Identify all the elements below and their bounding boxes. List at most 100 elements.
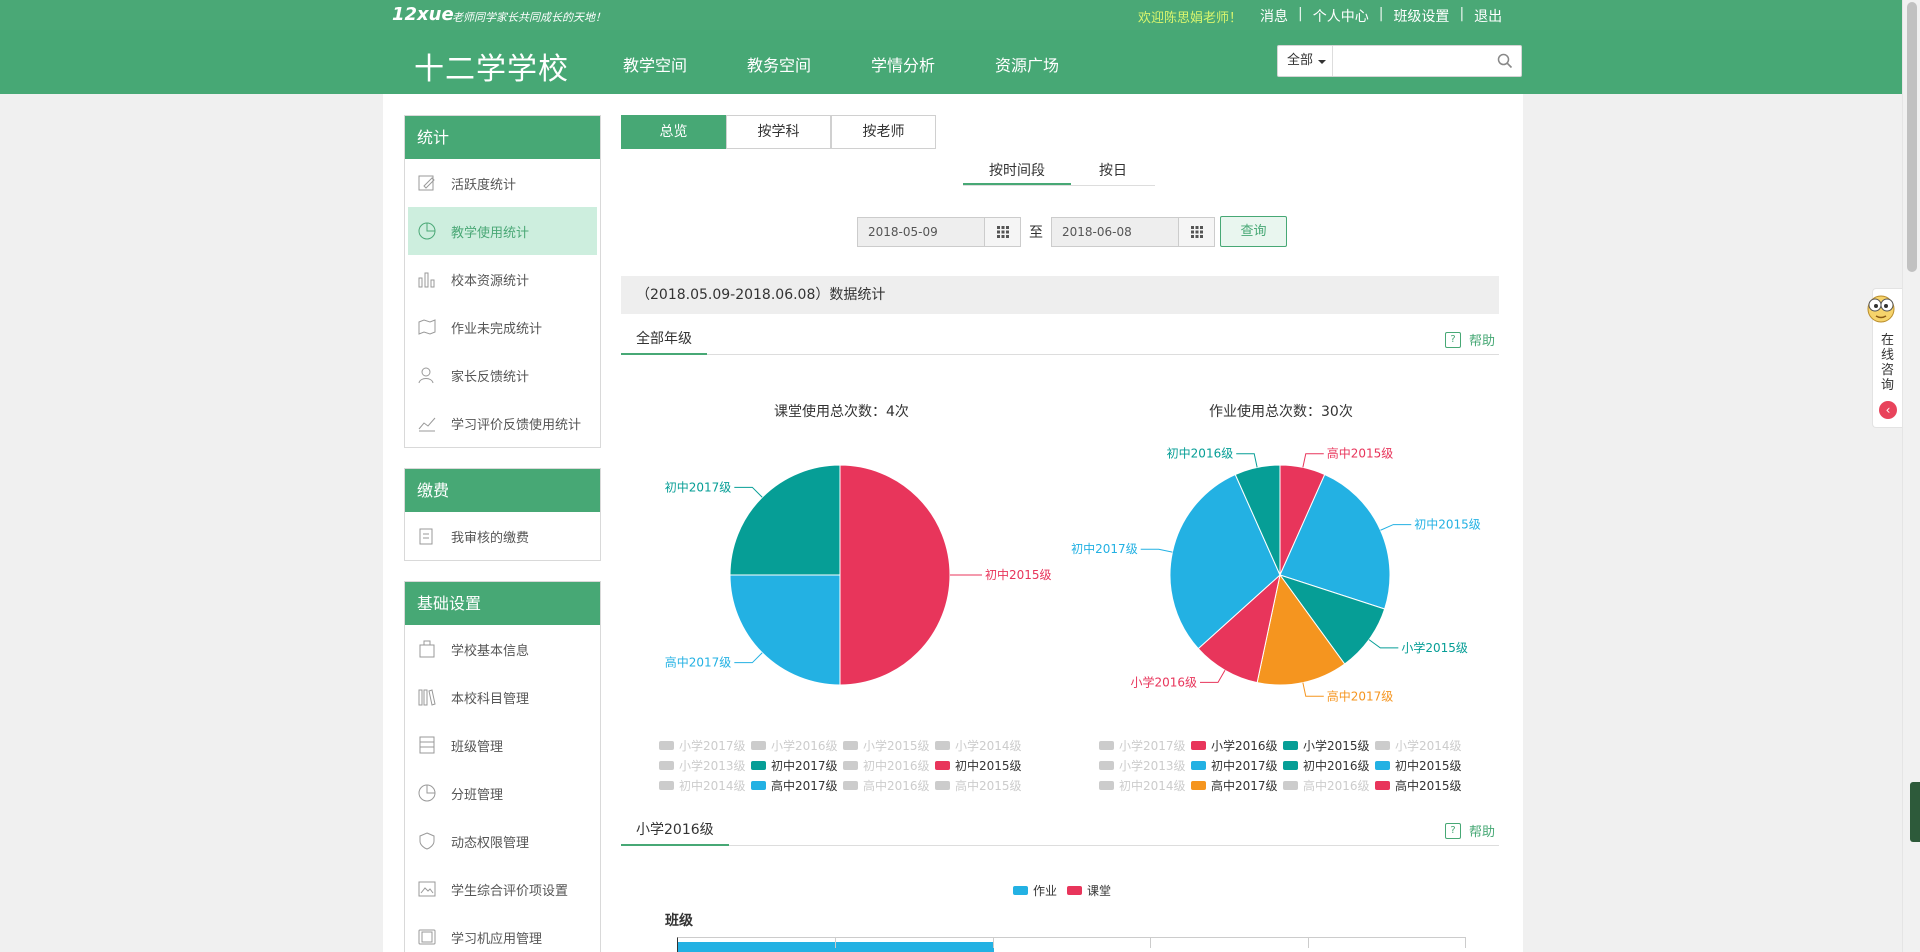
bar-chart-frame: [677, 937, 1466, 952]
calendar-icon[interactable]: [984, 217, 1020, 246]
legend-item[interactable]: 初中2017级: [751, 757, 843, 774]
help-link[interactable]: ? 帮助: [1444, 330, 1495, 349]
personal-center-link[interactable]: 个人中心: [1313, 6, 1369, 26]
tab-overview[interactable]: 总览: [621, 115, 726, 149]
grid-line: [1308, 938, 1309, 948]
legend-label: 小学2014级: [1395, 739, 1462, 753]
nav-resource-square[interactable]: 资源广场: [995, 52, 1059, 76]
sidebar-item[interactable]: 家长反馈统计: [405, 351, 600, 399]
legend-label: 初中2014级: [1119, 779, 1186, 793]
legend-item[interactable]: 高中2015级: [935, 777, 1027, 794]
sidebar-section-title: 缴费: [405, 469, 600, 512]
legend-item[interactable]: 高中2015级: [1375, 777, 1467, 794]
side-tool-tab[interactable]: [1910, 782, 1920, 842]
sidebar-item[interactable]: 活跃度统计: [405, 159, 600, 207]
end-date-input[interactable]: 2018-06-08: [1051, 216, 1215, 247]
calendar-icon[interactable]: [1178, 217, 1214, 246]
pie-data-label: 初中2017级: [665, 479, 732, 494]
sidebar-item[interactable]: 班级管理: [405, 721, 600, 769]
tab-grade-primary-2016[interactable]: 小学2016级: [621, 816, 729, 846]
legend-item[interactable]: 初中2015级: [1375, 757, 1467, 774]
tab-by-period[interactable]: 按时间段: [963, 158, 1071, 185]
pie-data-label: 初中2016级: [1167, 446, 1234, 461]
sidebar-item[interactable]: 我审核的缴费: [405, 512, 600, 560]
legend-item[interactable]: 小学2013级: [1099, 757, 1191, 774]
help-link[interactable]: ? 帮助: [1444, 821, 1495, 840]
school-name[interactable]: 十二学学校: [414, 44, 569, 88]
legend-label: 初中2015级: [1395, 759, 1462, 773]
legend-item[interactable]: 小学2016级: [751, 737, 843, 754]
tab-by-teacher[interactable]: 按老师: [831, 115, 936, 149]
online-consult-widget[interactable]: 在线咨询 ‹: [1867, 288, 1902, 428]
legend-item[interactable]: 初中2016级: [843, 757, 935, 774]
sidebar-item[interactable]: 校本资源统计: [405, 255, 600, 303]
legend-item[interactable]: 初中2014级: [1099, 777, 1191, 794]
messages-link[interactable]: 消息: [1260, 6, 1288, 26]
tab-by-day[interactable]: 按日: [1071, 158, 1155, 185]
sidebar-item[interactable]: 作业未完成统计: [405, 303, 600, 351]
legend-label: 初中2017级: [1211, 759, 1278, 773]
class-settings-link[interactable]: 班级设置: [1393, 6, 1449, 26]
shield-icon: [417, 831, 437, 851]
legend-item[interactable]: 高中2016级: [1283, 777, 1375, 794]
legend-item-class[interactable]: 课堂: [1067, 882, 1111, 899]
sidebar-item[interactable]: 学生综合评价项设置: [405, 865, 600, 913]
pie-icon: [417, 221, 437, 241]
tab-all-grades[interactable]: 全部年级: [621, 325, 707, 355]
legend-item[interactable]: 初中2014级: [659, 777, 751, 794]
sidebar-item[interactable]: 学习机应用管理: [405, 913, 600, 952]
tab-by-subject[interactable]: 按学科: [726, 115, 831, 149]
legend-item[interactable]: 小学2013级: [659, 757, 751, 774]
scrollbar-thumb[interactable]: [1907, 2, 1917, 272]
sidebar-section-title: 基础设置: [405, 582, 600, 625]
nav-academic-space[interactable]: 教务空间: [747, 52, 811, 76]
query-button[interactable]: 查询: [1220, 216, 1287, 247]
legend-item[interactable]: 小学2016级: [1191, 737, 1283, 754]
building-icon: [417, 639, 437, 659]
sidebar-item[interactable]: 动态权限管理: [405, 817, 600, 865]
sidebar-item[interactable]: 本校科目管理: [405, 673, 600, 721]
legend-item[interactable]: 小学2014级: [935, 737, 1027, 754]
legend-item[interactable]: 初中2017级: [1191, 757, 1283, 774]
legend-label: 初中2014级: [679, 779, 746, 793]
top-links: 消息 | 个人中心 | 班级设置 | 退出: [1260, 6, 1502, 26]
help-icon: ?: [1444, 331, 1461, 348]
nav-learning-analysis[interactable]: 学情分析: [871, 52, 935, 76]
sidebar-section: 缴费 我审核的缴费: [404, 468, 601, 561]
site-logo[interactable]: 12xue: [392, 4, 454, 25]
legend-label: 作业: [1033, 884, 1058, 898]
sidebar-item[interactable]: 学习评价反馈使用统计: [405, 399, 600, 447]
legend-swatch: [1099, 781, 1114, 790]
legend-item[interactable]: 高中2017级: [751, 777, 843, 794]
pie-slice[interactable]: [729, 464, 841, 576]
legend-item[interactable]: 小学2015级: [1283, 737, 1375, 754]
pie-label-line: [1302, 453, 1324, 468]
legend-swatch: [1283, 781, 1298, 790]
section-all-grades: 全部年级 ? 帮助: [621, 325, 1499, 355]
legend-item[interactable]: 高中2017级: [1191, 777, 1283, 794]
legend-item-homework[interactable]: 作业: [1013, 882, 1057, 899]
legend-label: 初中2015级: [955, 759, 1022, 773]
legend-swatch: [659, 741, 674, 750]
legend-item[interactable]: 小学2017级: [659, 737, 751, 754]
legend-item[interactable]: 小学2015级: [843, 737, 935, 754]
sidebar-item[interactable]: 学校基本信息: [405, 625, 600, 673]
pie-slice[interactable]: [729, 574, 841, 686]
search-input[interactable]: [1336, 49, 1486, 73]
collapse-arrow-icon[interactable]: ‹: [1879, 401, 1897, 419]
start-date-input[interactable]: 2018-05-09: [857, 216, 1021, 247]
sidebar-item[interactable]: 教学使用统计: [408, 207, 597, 255]
sidebar-item[interactable]: 分班管理: [405, 769, 600, 817]
legend-item[interactable]: 小学2014级: [1375, 737, 1467, 754]
legend-item[interactable]: 高中2016级: [843, 777, 935, 794]
legend-item[interactable]: 小学2017级: [1099, 737, 1191, 754]
logout-link[interactable]: 退出: [1474, 6, 1502, 26]
search-scope-dropdown[interactable]: 全部: [1278, 46, 1333, 76]
nav-teaching-space[interactable]: 教学空间: [623, 52, 687, 76]
search-icon[interactable]: [1497, 53, 1513, 69]
legend-label: 小学2016级: [771, 739, 838, 753]
legend-item[interactable]: 初中2016级: [1283, 757, 1375, 774]
legend-item[interactable]: 初中2015级: [935, 757, 1027, 774]
pie-slice[interactable]: [839, 464, 951, 686]
pie-icon: [417, 783, 437, 803]
